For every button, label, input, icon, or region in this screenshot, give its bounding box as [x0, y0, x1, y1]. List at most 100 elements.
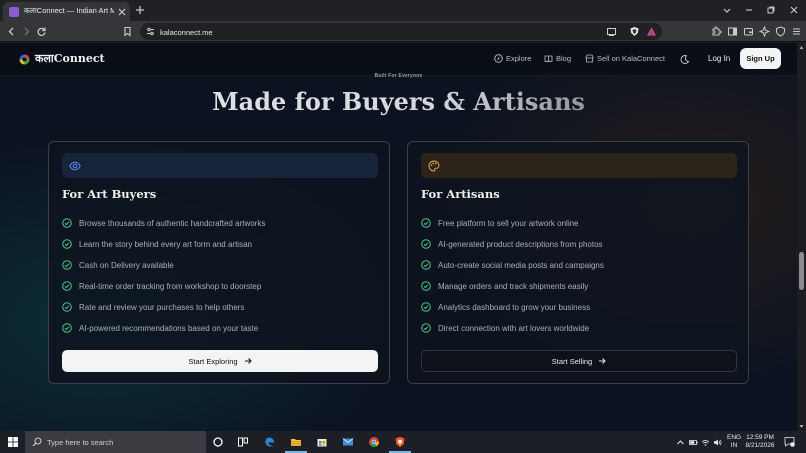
chrome-icon[interactable] [368, 436, 380, 448]
buyers-card-title: For Art Buyers [62, 187, 157, 201]
section-eyebrow: Built For Everyone [374, 73, 423, 79]
restore-icon[interactable] [766, 5, 776, 15]
minimize-icon[interactable] [744, 5, 754, 15]
clock-time: 12:59 PM [746, 434, 774, 441]
url-text[interactable]: kalaconnect.me [160, 28, 213, 37]
input-language-indicator[interactable]: ENG IN [727, 434, 741, 450]
feature-text: Rate and review your purchases to help o… [79, 302, 245, 312]
site-navbar: कलाConnect Explore Blog Sell on KalaConn… [0, 43, 797, 76]
moon-icon[interactable] [679, 54, 690, 65]
section-heading: Made for Buyers & Artisans [0, 87, 797, 116]
nav-sell-label: Sell on KalaConnect [597, 54, 665, 63]
forward-icon[interactable] [21, 26, 32, 37]
window-close-icon[interactable] [789, 5, 799, 15]
browser-tab-strip: कलाConnect — Indian Art Marketplace [0, 0, 806, 21]
bookmark-icon[interactable] [122, 26, 133, 37]
wifi-icon[interactable] [701, 438, 710, 447]
brave-shields-icon[interactable] [629, 26, 640, 37]
store-icon [585, 54, 594, 63]
feature-text: Real-time order tracking from workshop t… [79, 281, 262, 291]
check-circle-icon [62, 323, 72, 333]
taskbar-search-placeholder[interactable]: Type here to search [47, 438, 113, 447]
brave-rewards-icon[interactable] [646, 26, 657, 37]
list-item: Direct connection with art lovers worldw… [421, 321, 739, 335]
sidebar-toggle-icon[interactable] [727, 26, 738, 37]
nav-blog[interactable]: Blog [544, 54, 571, 63]
feature-text: Learn the story behind every art form an… [79, 239, 252, 249]
nav-sell[interactable]: Sell on KalaConnect [585, 54, 665, 63]
language-code: ENG [727, 434, 742, 441]
check-circle-icon [421, 218, 431, 228]
list-item: Manage orders and track shipments easily [421, 279, 739, 293]
browser-tab-active[interactable]: कलाConnect — Indian Art Marketplace [3, 2, 130, 21]
brave-browser-icon[interactable] [394, 436, 406, 448]
login-link[interactable]: Log In [708, 54, 730, 63]
battery-icon[interactable] [689, 438, 698, 447]
store-icon[interactable] [316, 436, 328, 448]
scrollbar-thumb[interactable] [799, 252, 804, 290]
new-tab-icon[interactable] [135, 5, 145, 15]
start-selling-label: Start Selling [551, 356, 593, 366]
scroll-up-arrow-icon[interactable] [799, 45, 804, 50]
check-circle-icon [421, 323, 431, 333]
menu-icon[interactable] [791, 26, 802, 37]
feature-text: Direct connection with art lovers worldw… [438, 323, 590, 333]
check-circle-icon [62, 218, 72, 228]
check-circle-icon [62, 260, 72, 270]
artisans-card: For Artisans Free platform to sell your … [407, 141, 749, 384]
mail-icon[interactable] [342, 436, 354, 448]
address-bar[interactable] [140, 23, 662, 40]
feature-text: Analytics dashboard to grow your busines… [438, 302, 591, 312]
start-exploring-label: Start Exploring [188, 356, 238, 366]
start-exploring-button[interactable]: Start Exploring [62, 350, 378, 372]
close-icon[interactable] [117, 7, 127, 17]
cast-icon[interactable] [606, 26, 617, 37]
list-item: Analytics dashboard to grow your busines… [421, 300, 739, 314]
feature-text: Manage orders and track shipments easily [438, 281, 589, 291]
check-circle-icon [421, 260, 431, 270]
site-info-icon[interactable] [145, 26, 156, 37]
browser-toolbar: kalaconnect.me [0, 21, 806, 42]
back-icon[interactable] [6, 26, 17, 37]
palette-icon [428, 160, 440, 172]
clock-date: 8/21/2026 [745, 442, 775, 449]
windows-start-icon[interactable] [8, 437, 18, 447]
check-circle-icon [421, 302, 431, 312]
task-view-icon[interactable] [237, 436, 249, 448]
taskbar-clock[interactable]: 12:59 PM 8/21/2026 [745, 434, 775, 450]
cortana-icon[interactable] [212, 436, 224, 448]
artisans-card-title: For Artisans [421, 187, 500, 201]
feature-text: AI-generated product descriptions from p… [438, 239, 603, 249]
wallet-icon[interactable] [743, 26, 754, 37]
scroll-down-arrow-icon[interactable] [799, 424, 804, 429]
page-scrollbar[interactable] [797, 43, 806, 431]
reload-icon[interactable] [36, 26, 47, 37]
book-icon [544, 55, 553, 63]
leo-ai-icon[interactable] [759, 26, 770, 37]
tab-title: कलाConnect — Indian Art Marketplace [24, 6, 114, 15]
compass-icon [494, 54, 503, 63]
tray-overflow-chevron-icon[interactable] [676, 438, 685, 447]
logo-icon[interactable] [19, 54, 30, 65]
notification-center-icon[interactable] [784, 436, 795, 447]
page-viewport: कलाConnect Explore Blog Sell on KalaConn… [0, 43, 797, 431]
list-item: Real-time order tracking from workshop t… [62, 279, 380, 293]
file-explorer-icon[interactable] [290, 436, 302, 448]
nav-explore[interactable]: Explore [494, 54, 531, 63]
start-selling-button[interactable]: Start Selling [421, 350, 737, 372]
list-item: Free platform to sell your artwork onlin… [421, 216, 739, 230]
vpn-shield-icon[interactable] [775, 26, 786, 37]
feature-text: Auto-create social media posts and campa… [438, 260, 604, 270]
list-item: Auto-create social media posts and campa… [421, 258, 739, 272]
windows-taskbar: Type here to search ENG IN 12:59 PM 8/21… [0, 431, 806, 453]
tab-search-chevron-icon[interactable] [722, 5, 732, 15]
volume-icon[interactable] [713, 438, 722, 447]
site-logo-text[interactable]: कलाConnect [35, 51, 105, 66]
eye-icon [69, 161, 81, 171]
extensions-icon[interactable] [711, 26, 722, 37]
buyers-card: For Art Buyers Browse thousands of authe… [48, 141, 390, 384]
edge-icon[interactable] [264, 436, 276, 448]
signup-button[interactable]: Sign Up [740, 48, 781, 69]
language-region: IN [730, 442, 738, 449]
check-circle-icon [62, 239, 72, 249]
